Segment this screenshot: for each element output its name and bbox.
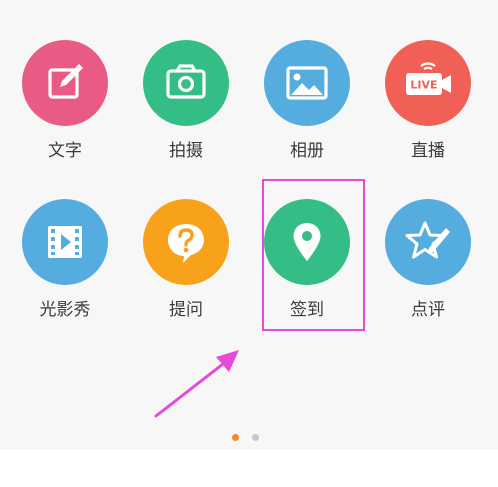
page-indicator [232,433,262,443]
video-frames-icon [48,226,82,258]
check-in-button-circle[interactable] [264,199,350,285]
shoot-button-circle[interactable] [143,40,229,126]
image-icon [286,66,328,100]
live-button-circle[interactable]: LIVE [385,40,471,126]
page-dot-inactive[interactable] [252,434,259,441]
live-badge-text: LIVE [410,79,437,92]
camera-icon [166,64,206,99]
grid-item-label: 文字 [48,141,82,161]
grid-item-label: 直播 [411,141,445,161]
question-bubble-icon [168,224,204,263]
location-pin-icon [293,223,321,261]
grid-item-label: 光影秀 [39,300,91,320]
text-button-circle[interactable] [22,40,108,126]
bottom-area [0,450,498,487]
live-camera-icon: LIVE [406,62,451,95]
grid-item-label: 提问 [169,300,203,320]
share-panel: 文字 拍摄 相册 LIVE 直播 光影秀 提问 签到 点评 [0,0,498,450]
grid-item-text[interactable]: 文字 [5,40,125,190]
grid-item-label: 签到 [290,300,324,320]
edit-icon [48,64,83,99]
annotation-arrow [154,350,239,418]
review-button-circle[interactable] [385,199,471,285]
grid-item-review[interactable]: 点评 [368,199,488,349]
grid-item-live[interactable]: LIVE 直播 [368,40,488,190]
grid-item-label: 点评 [411,300,445,320]
album-button-circle[interactable] [264,40,350,126]
ask-button-circle[interactable] [143,199,229,285]
grid-item-light-show[interactable]: 光影秀 [5,199,125,349]
grid-item-label: 相册 [290,141,324,161]
page-dot-active[interactable] [232,434,239,441]
star-pen-icon [405,221,450,259]
grid-item-shoot[interactable]: 拍摄 [126,40,246,190]
grid-item-album[interactable]: 相册 [247,40,367,190]
grid-item-check-in[interactable]: 签到 [247,199,367,349]
grid-item-ask[interactable]: 提问 [126,199,246,349]
light-show-button-circle[interactable] [22,199,108,285]
grid-item-label: 拍摄 [169,141,203,161]
